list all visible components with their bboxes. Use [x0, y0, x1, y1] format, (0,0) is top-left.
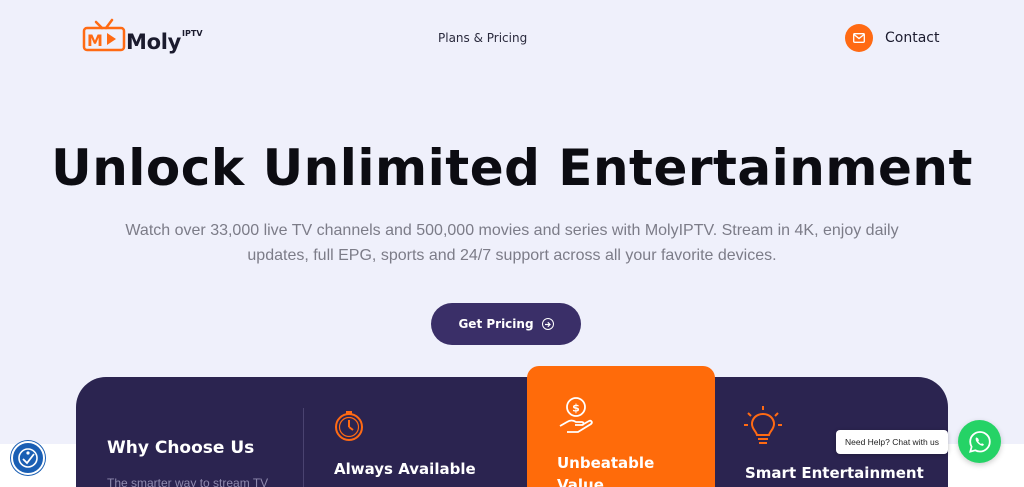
why-choose-us-subtitle: The smarter way to stream TV	[107, 476, 269, 487]
tv-logo-icon: M	[82, 16, 126, 54]
svg-text:$: $	[572, 402, 580, 415]
accessibility-button[interactable]	[11, 441, 45, 475]
whatsapp-icon	[968, 430, 991, 453]
arrow-right-circle-icon	[541, 318, 554, 330]
contact-label: Contact	[885, 30, 940, 46]
logo-text: Moly	[126, 30, 182, 54]
get-pricing-label: Get Pricing	[458, 317, 534, 331]
chat-help-bubble[interactable]: Need Help? Chat with us	[836, 430, 948, 454]
features-band: Why Choose Us The smarter way to stream …	[76, 377, 948, 487]
accessibility-icon	[18, 448, 38, 468]
get-pricing-button[interactable]: Get Pricing	[431, 303, 581, 345]
feature-always-available: Always Available	[334, 460, 476, 478]
contact-button[interactable]: Contact	[845, 24, 939, 52]
logo[interactable]: M Moly IPTV	[82, 16, 203, 54]
why-choose-us-title: Why Choose Us	[107, 438, 255, 458]
hero-title: Unlock Unlimited Entertainment	[51, 139, 973, 197]
clock-icon	[333, 410, 365, 446]
whatsapp-button[interactable]	[958, 420, 1001, 463]
hero-subtitle: Watch over 33,000 live TV channels and 5…	[125, 222, 899, 264]
feature-card-unbeatable-value: $ Unbeatable Value	[527, 366, 715, 487]
logo-superscript: IPTV	[182, 29, 203, 38]
lightbulb-icon	[744, 405, 782, 451]
feature-unbeatable-value: Unbeatable Value	[557, 454, 655, 487]
nav-plans-pricing[interactable]: Plans & Pricing	[438, 31, 527, 45]
mail-icon	[845, 24, 873, 52]
svg-text:M: M	[87, 31, 103, 50]
money-hand-icon: $	[558, 396, 594, 440]
divider	[303, 408, 304, 487]
feature-smart-entertainment: Smart Entertainment	[745, 464, 924, 482]
